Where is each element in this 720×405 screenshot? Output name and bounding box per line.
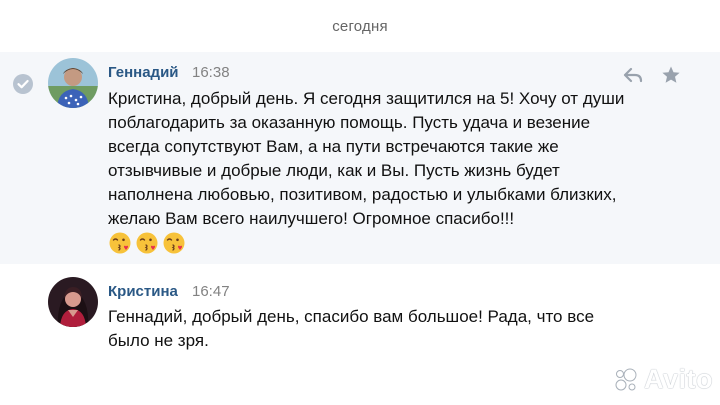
author-name[interactable]: Кристина	[108, 283, 178, 300]
avito-logo-icon	[615, 368, 637, 390]
author-name[interactable]: Геннадий	[108, 64, 179, 81]
date-divider: сегодня	[332, 18, 388, 35]
message-body: Кристина, добрый день. Я сегодня защитил…	[108, 89, 625, 228]
avatar[interactable]	[48, 58, 98, 108]
message-item[interactable]: Геннадий 16:38 Кристина, добрый день. Я …	[0, 52, 720, 264]
kiss-emoji-icon	[163, 232, 185, 254]
watermark-text: Avito	[644, 364, 713, 394]
avatar[interactable]	[48, 277, 98, 327]
kiss-emoji-icon	[109, 232, 131, 254]
message-text: Кристина, добрый день. Я сегодня защитил…	[108, 87, 628, 255]
emoji-row	[108, 231, 628, 255]
reply-icon[interactable]	[622, 64, 644, 86]
message-text: Геннадий, добрый день, спасибо вам больш…	[108, 307, 595, 350]
star-icon[interactable]	[660, 64, 682, 86]
message-time[interactable]: 16:38	[192, 64, 230, 81]
watermark: Avito	[612, 364, 713, 395]
kiss-emoji-icon	[136, 232, 158, 254]
check-icon[interactable]	[13, 74, 33, 94]
message-time[interactable]: 16:47	[192, 283, 230, 300]
